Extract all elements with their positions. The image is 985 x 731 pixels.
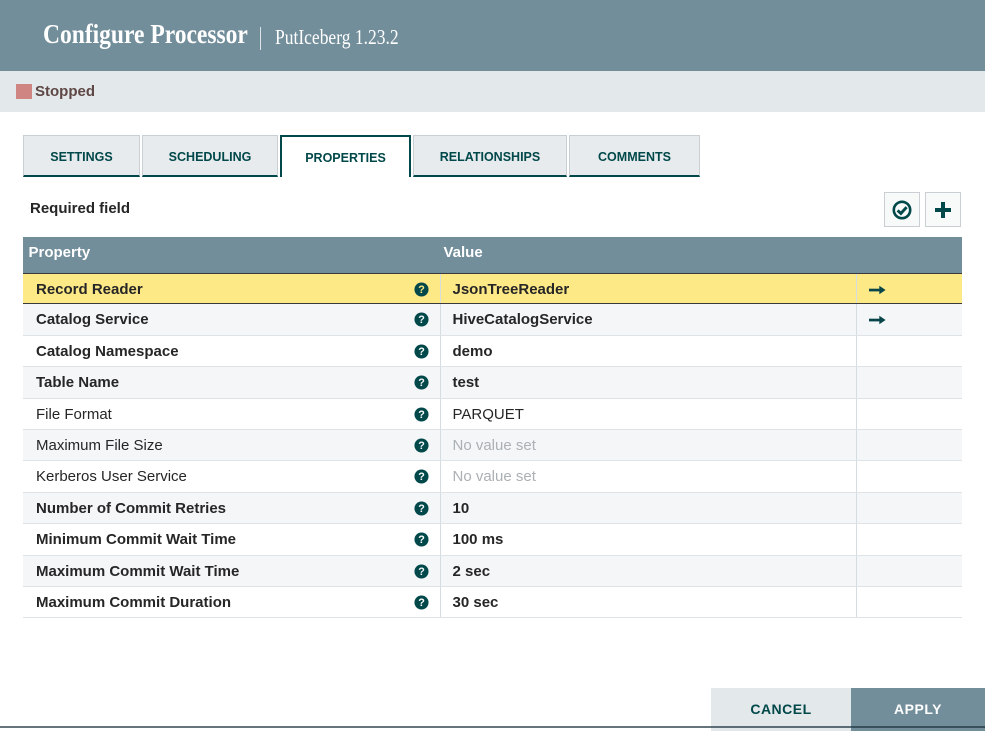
- svg-text:?: ?: [418, 503, 425, 515]
- svg-text:?: ?: [418, 314, 425, 326]
- svg-text:?: ?: [418, 346, 425, 358]
- svg-text:?: ?: [418, 534, 425, 546]
- svg-text:?: ?: [418, 377, 425, 389]
- svg-text:?: ?: [418, 597, 425, 609]
- svg-text:?: ?: [418, 408, 425, 420]
- svg-text:?: ?: [418, 284, 425, 296]
- svg-text:?: ?: [418, 565, 425, 577]
- svg-text:?: ?: [418, 440, 425, 452]
- svg-text:?: ?: [418, 471, 425, 483]
